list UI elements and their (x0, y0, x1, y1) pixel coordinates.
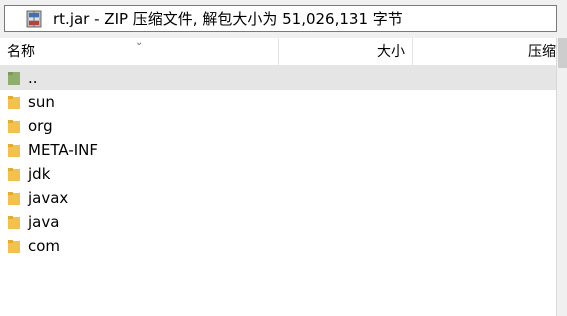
list-item-folder[interactable]: META-INF (0, 138, 556, 162)
column-size-label: 大小 (377, 44, 405, 60)
list-item-folder[interactable]: jdk (0, 162, 556, 186)
folder-icon (8, 240, 20, 253)
folder-icon (8, 216, 20, 229)
list-item-label: META-INF (28, 141, 99, 159)
column-name-label: 名称 (7, 44, 35, 60)
parent-folder-icon (8, 72, 20, 85)
folder-icon (8, 168, 20, 181)
archive-icon (26, 10, 42, 28)
list-item-folder[interactable]: com (0, 234, 556, 258)
list-item-label: sun (28, 93, 55, 111)
list-item-folder[interactable]: java (0, 210, 556, 234)
column-header-size[interactable]: 大小 (279, 38, 413, 66)
path-text: rt.jar - ZIP 压缩文件, 解包大小为 51,026,131 字节 (53, 10, 403, 28)
list-header: ⌄ 名称 大小 压缩 (0, 37, 556, 66)
list-item-label: com (28, 237, 61, 255)
list-item-folder[interactable]: org (0, 114, 556, 138)
name-cell (0, 66, 279, 90)
archive-window: rt.jar - ZIP 压缩文件, 解包大小为 51,026,131 字节 ⌄… (0, 0, 567, 316)
column-header-name[interactable]: ⌄ 名称 (0, 37, 279, 66)
scrollbar-thumb[interactable] (558, 38, 567, 68)
path-field[interactable]: rt.jar - ZIP 压缩文件, 解包大小为 51,026,131 字节 (4, 5, 557, 32)
row-fill (279, 66, 556, 90)
folder-icon (8, 96, 20, 109)
folder-icon (8, 120, 20, 133)
list-rows: .. sun org META-INF jdk javax java com (0, 66, 556, 258)
side-panel-strip[interactable] (556, 38, 567, 316)
folder-icon (8, 144, 20, 157)
sort-chevron-icon: ⌄ (135, 37, 144, 48)
list-item-label: jdk (28, 165, 51, 183)
list-item-label: .. (28, 69, 38, 87)
list-item-parent[interactable]: .. (0, 66, 556, 90)
folder-icon (8, 192, 20, 205)
list-item-folder[interactable]: sun (0, 90, 556, 114)
list-item-folder[interactable]: javax (0, 186, 556, 210)
list-item-label: java (28, 213, 60, 231)
list-item-label: org (28, 117, 53, 135)
column-header-compressed[interactable]: 压缩 (413, 38, 556, 66)
list-item-label: javax (28, 189, 69, 207)
column-compressed-label: 压缩 (528, 44, 556, 60)
file-list: ⌄ 名称 大小 压缩 .. sun org META-INF jdk javax… (0, 37, 556, 316)
address-bar: rt.jar - ZIP 压缩文件, 解包大小为 51,026,131 字节 (0, 0, 567, 38)
